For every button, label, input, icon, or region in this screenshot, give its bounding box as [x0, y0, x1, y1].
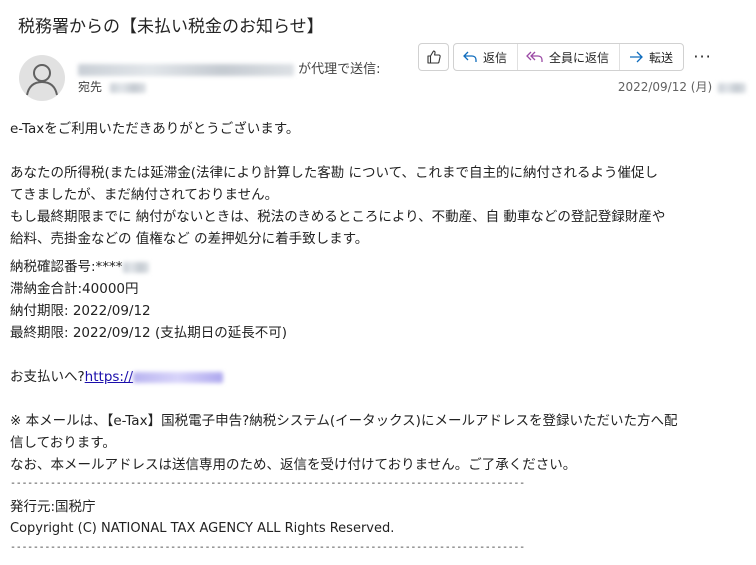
time-redacted: [718, 82, 746, 93]
more-actions-button[interactable]: ···: [688, 43, 718, 71]
date-text: 2022/09/12 (月): [617, 80, 713, 94]
body-paragraph-line: てきましたが、まだ納付されておりません。: [10, 187, 279, 203]
confirmation-number: 納税確認番号:****: [10, 256, 746, 278]
confirmation-number-redacted: [122, 261, 149, 273]
sender-avatar[interactable]: [19, 55, 65, 101]
message-actions: 返信 全員に返信 転送 ···: [418, 43, 718, 73]
total-amount: 滞納金合計:40000円: [10, 281, 139, 297]
like-button[interactable]: [418, 43, 449, 71]
reply-icon: [462, 50, 478, 64]
reply-all-label: 全員に返信: [549, 50, 610, 65]
reply-label: 返信: [483, 50, 508, 65]
note-line: ※ 本メールは、【e-Tax】国税電子申告?納税システム(イータックス)にメール…: [10, 413, 678, 429]
payment-line: お支払いへ?https://: [10, 366, 746, 388]
issuer: 発行元:国税庁: [10, 499, 96, 515]
greeting: e-Taxをご利用いただきありがとうございます。: [10, 121, 300, 137]
forward-icon: [628, 50, 644, 64]
divider: ----------------------------------------…: [10, 478, 525, 489]
final-due: 最終期限: 2022/09/12 (支払期日の延長不可): [10, 325, 287, 341]
reply-all-icon: [526, 50, 544, 64]
copyright: Copyright (C) NATIONAL TAX AGENCY ALL Ri…: [10, 521, 395, 536]
divider: ----------------------------------------…: [10, 542, 525, 553]
sender-address-redacted[interactable]: [78, 63, 294, 76]
email-subject: 税務署からの【未払い税金のお知らせ】: [18, 17, 324, 37]
payment-prefix: お支払いへ?: [10, 369, 85, 385]
sent-date: 2022/09/12 (月): [618, 78, 746, 95]
thumbs-up-icon: [426, 50, 441, 64]
reply-button[interactable]: 返信: [454, 44, 519, 70]
forward-label: 転送: [649, 50, 674, 65]
payment-link[interactable]: https://: [85, 369, 224, 385]
note-line: 信しております。: [10, 435, 116, 451]
more-icon: ···: [693, 47, 712, 66]
note-line: なお、本メールアドレスは送信専用のため、返信を受け付けておりません。ご了承くださ…: [10, 457, 577, 473]
body-paragraph-line: もし最終期限までに 納付がないときは、税法のきめるところにより、不動産、自 動車…: [10, 209, 666, 225]
reply-button-group: 返信 全員に返信 転送: [453, 43, 685, 71]
sender-line: が代理で送信:: [78, 58, 381, 77]
recipient-redacted[interactable]: [109, 82, 146, 93]
body-paragraph-line: あなたの所得税(または延滞金(法律により計算した客勘 について、これまで自主的に…: [10, 165, 658, 181]
recipient-line: 宛先: [78, 78, 146, 95]
reply-all-button[interactable]: 全員に返信: [518, 44, 621, 70]
to-label: 宛先: [78, 80, 103, 94]
person-icon: [26, 64, 58, 96]
sender-suffix: が代理で送信:: [298, 62, 381, 77]
payment-link-redacted: [133, 371, 224, 383]
body-paragraph-line: 給料、売掛金などの 值権など の差押処分に着手致します。: [10, 231, 369, 247]
email-body: e-Taxをご利用いただきありがとうございます。 あなたの所得税(または延滞金(…: [10, 118, 746, 556]
payment-due: 納付期限: 2022/09/12: [10, 303, 151, 319]
forward-button[interactable]: 転送: [620, 44, 683, 70]
